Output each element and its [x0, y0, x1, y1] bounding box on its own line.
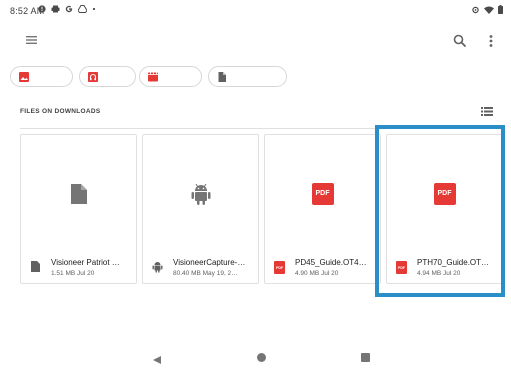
status-notification-icons — [38, 5, 96, 13]
chip-images[interactable] — [10, 66, 73, 87]
file-thumbnail: PDF — [387, 135, 502, 252]
battery-icon — [498, 5, 503, 14]
file-name: Visioneer Patriot … — [51, 258, 120, 267]
more-options-button[interactable] — [483, 33, 499, 49]
image-icon — [19, 72, 29, 82]
file-card-visioneer-patriot[interactable]: Visioneer Patriot … 1.51 MB Jul 20 — [20, 134, 137, 284]
android-icon — [191, 183, 210, 205]
status-system-icons — [471, 5, 503, 14]
section-title: FILES ON DOWNLOADS — [20, 108, 101, 115]
dot-icon — [92, 7, 96, 11]
file-info: VisioneerCapture-… 80.40 MB May 19, 2… — [143, 252, 258, 284]
document-icon — [218, 72, 226, 82]
pdf-icon: PDF — [311, 182, 334, 205]
print-icon — [51, 5, 60, 13]
file-meta: 4.94 MB Jul 20 — [417, 270, 461, 277]
document-icon — [70, 183, 87, 204]
sync-icon — [472, 6, 479, 13]
file-card-visioneer-capture[interactable]: VisioneerCapture-… 80.40 MB May 19, 2… — [142, 134, 259, 284]
file-card-pth70-guide[interactable]: PDF PDF PTH70_Guide.OT… 4.94 MB Jul 20 — [386, 134, 503, 284]
back-button[interactable] — [152, 352, 162, 364]
section-divider — [20, 128, 500, 129]
document-icon — [31, 261, 40, 272]
pdf-icon: PDF — [274, 261, 285, 274]
hamburger-menu-icon — [26, 36, 37, 44]
chip-documents[interactable] — [208, 66, 287, 87]
chip-videos[interactable] — [139, 66, 202, 87]
pdf-icon: PDF — [396, 261, 407, 274]
recents-button[interactable] — [361, 353, 370, 362]
file-meta: 1.51 MB Jul 20 — [51, 270, 95, 277]
search-icon — [453, 34, 466, 47]
file-info: PDF PD45_Guide.OT4… 4.90 MB Jul 20 — [265, 252, 380, 284]
list-view-icon — [481, 107, 493, 116]
audio-icon — [88, 72, 98, 82]
home-button[interactable] — [257, 353, 266, 362]
file-card-pd45-guide[interactable]: PDF PDF PD45_Guide.OT4… 4.90 MB Jul 20 — [264, 134, 381, 284]
google-icon — [65, 5, 73, 13]
file-thumbnail — [21, 135, 136, 252]
hamburger-menu-button[interactable] — [24, 32, 40, 48]
more-vert-icon — [489, 35, 493, 47]
wifi-icon — [484, 6, 494, 14]
file-thumbnail — [143, 135, 258, 252]
alert-icon — [38, 5, 46, 13]
drive-icon — [78, 5, 87, 13]
back-triangle-icon — [153, 356, 161, 364]
file-thumbnail: PDF — [265, 135, 380, 252]
file-meta: 4.90 MB Jul 20 — [295, 270, 339, 277]
pdf-icon: PDF — [433, 182, 456, 205]
file-name: VisioneerCapture-… — [173, 258, 246, 267]
app-toolbar — [0, 24, 511, 58]
file-name: PD45_Guide.OT4… — [295, 258, 367, 267]
file-info: Visioneer Patriot … 1.51 MB Jul 20 — [21, 252, 136, 284]
video-icon — [148, 72, 158, 82]
android-icon — [152, 262, 163, 273]
file-info: PDF PTH70_Guide.OT… 4.94 MB Jul 20 — [387, 252, 502, 284]
status-bar: 8:52 AM — [0, 0, 511, 24]
file-meta: 80.40 MB May 19, 2… — [173, 270, 238, 277]
search-button[interactable] — [452, 33, 468, 49]
system-nav-bar — [0, 340, 511, 369]
chip-audio[interactable] — [79, 66, 136, 87]
list-view-toggle-button[interactable] — [480, 105, 494, 118]
file-name: PTH70_Guide.OT… — [417, 258, 490, 267]
